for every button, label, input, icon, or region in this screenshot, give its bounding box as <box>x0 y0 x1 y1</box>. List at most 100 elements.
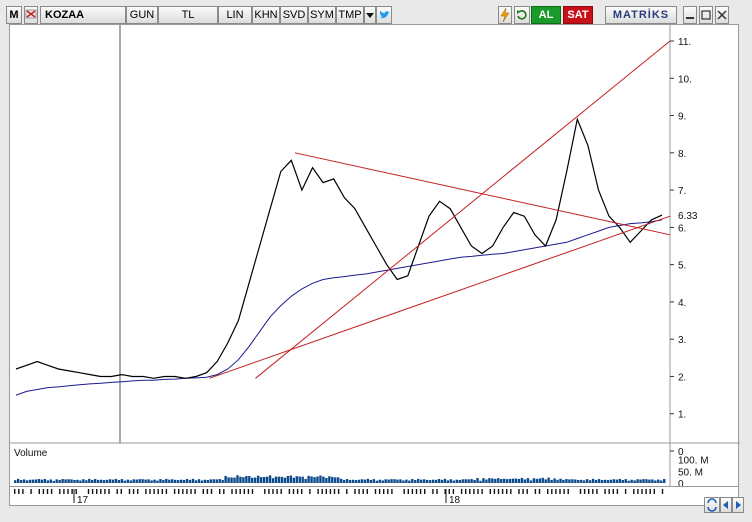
volume-bar <box>396 479 399 483</box>
buy-button[interactable]: AL <box>531 6 561 24</box>
volume-bar <box>340 478 343 483</box>
volume-bar <box>648 479 651 483</box>
date-tick-mark <box>161 489 163 494</box>
volume-bar <box>114 478 118 483</box>
svd-button[interactable]: SVD <box>280 6 308 24</box>
khn-button[interactable]: KHN <box>252 6 280 24</box>
volume-bar <box>331 476 334 483</box>
volume-bar <box>399 479 402 483</box>
date-tick-mark <box>132 489 135 494</box>
volume-bar <box>292 477 295 483</box>
currency-button[interactable]: TL <box>158 6 218 24</box>
volume-bar <box>295 476 298 483</box>
maximize-icon[interactable] <box>699 6 713 24</box>
scroll-right-icon[interactable] <box>732 497 744 513</box>
volume-bar <box>588 480 592 483</box>
menu-button[interactable]: M <box>6 6 22 24</box>
volume-bar <box>345 479 349 483</box>
year-tick-label: 18 <box>449 495 461 506</box>
volume-bar <box>372 479 375 483</box>
volume-bar <box>144 479 147 483</box>
chart-panel[interactable]: 0 1. 2. 3. 4. 5. 6. 7. 8. 9. 10. 11. 6.33 Volume 100. … <box>9 24 740 495</box>
volume-bar <box>218 479 221 483</box>
dropdown-icon[interactable] <box>364 6 376 24</box>
volume-bar <box>535 478 538 483</box>
volume-bar <box>334 477 337 483</box>
date-tick-mark <box>71 489 73 494</box>
y-tick-label: 9. <box>678 112 686 123</box>
date-tick-mark <box>555 489 557 494</box>
minimize-icon[interactable] <box>683 6 697 24</box>
symbol-input[interactable]: KOZAA <box>40 6 126 24</box>
volume-bar <box>79 480 82 483</box>
volume-bar <box>597 479 601 483</box>
volume-bar <box>117 480 121 483</box>
period-button[interactable]: GUN <box>126 6 158 24</box>
date-tick-mark <box>387 489 389 494</box>
date-tick-mark <box>506 489 508 494</box>
date-tick-mark <box>424 489 426 494</box>
volume-bar <box>248 476 251 483</box>
volume-bar <box>470 479 473 483</box>
volume-bar <box>503 478 506 483</box>
volume-bar <box>651 479 654 483</box>
date-tick-mark <box>239 489 241 494</box>
volume-bar <box>257 475 260 483</box>
date-tick-mark <box>612 489 614 494</box>
volume-bar <box>485 479 488 483</box>
close-icon[interactable] <box>715 6 729 24</box>
price-chart[interactable]: 01.2.3.4.5.6.7.8.9.10.11.6.33Volume100. … <box>10 25 740 495</box>
volume-bar <box>120 479 124 483</box>
volume-bar <box>559 478 562 483</box>
volume-bar <box>283 477 287 483</box>
volume-bar <box>387 479 390 483</box>
volume-bar <box>654 480 657 483</box>
volume-bar <box>70 479 73 483</box>
sell-button[interactable]: SAT <box>563 6 593 24</box>
volume-bar <box>135 479 138 483</box>
volume-bar <box>259 477 263 483</box>
symbol-flag-icon[interactable] <box>24 6 38 24</box>
date-tick-mark <box>469 489 471 494</box>
date-tick-mark <box>661 489 664 494</box>
volume-bar <box>274 476 278 483</box>
date-tick-mark <box>100 489 102 494</box>
volume-bar <box>571 479 574 483</box>
date-tick-mark <box>481 489 483 494</box>
volume-bar <box>147 479 150 483</box>
date-tick-mark <box>493 489 496 494</box>
volume-bar <box>455 479 458 483</box>
volume-bar <box>550 479 553 483</box>
date-tick-mark <box>407 489 409 494</box>
volume-bar <box>473 479 476 483</box>
date-tick-mark <box>231 489 233 494</box>
date-tick-mark <box>436 489 438 494</box>
volume-bar <box>46 480 49 483</box>
volume-bar <box>194 480 198 483</box>
refresh-icon[interactable] <box>514 6 530 24</box>
scale-button[interactable]: LIN <box>218 6 252 24</box>
date-tick-mark <box>272 489 274 494</box>
volume-bar <box>150 480 153 483</box>
date-tick-mark <box>538 489 541 494</box>
sym-button[interactable]: SYM <box>308 6 336 24</box>
date-tick-mark <box>522 489 524 494</box>
date-tick-mark <box>608 489 610 494</box>
volume-bar <box>221 479 224 483</box>
date-tick-mark <box>563 489 565 494</box>
volume-bar <box>437 479 441 483</box>
tmp-button[interactable]: TMP <box>336 6 364 24</box>
date-tick-mark <box>50 489 53 494</box>
lightning-icon[interactable] <box>498 6 512 24</box>
volume-bar <box>206 479 210 483</box>
volume-bar <box>64 479 67 483</box>
volume-bar <box>390 479 393 483</box>
twitter-icon[interactable] <box>376 6 392 24</box>
volume-bar <box>408 480 411 483</box>
sync-icon[interactable] <box>704 497 720 513</box>
date-tick-mark <box>309 489 311 494</box>
volume-bar <box>316 476 319 483</box>
scroll-left-icon[interactable] <box>720 497 732 513</box>
volume-bar <box>609 479 613 483</box>
volume-bar <box>280 476 284 483</box>
